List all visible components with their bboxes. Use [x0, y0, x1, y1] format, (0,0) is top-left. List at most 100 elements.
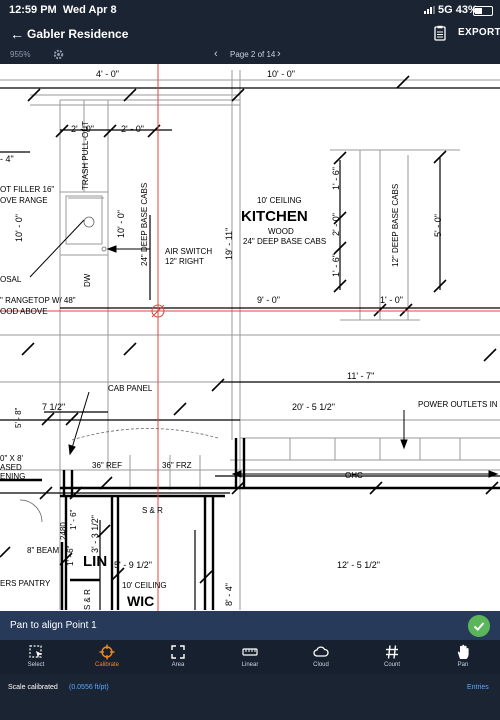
tool-label: Area [171, 662, 185, 668]
ruler-icon [242, 648, 258, 656]
status-bar: 12:59 PM Wed Apr 8 5G 43% [0, 0, 500, 20]
top-bar: ← Gabler Residence EXPORT [0, 20, 500, 46]
plan-note-filler-2: OVE RANGE [0, 196, 48, 205]
plan-wood-note: WOOD [268, 227, 294, 236]
plan-note-x8-3: ENING [0, 472, 25, 481]
plan-2480: 2480 [59, 522, 68, 540]
plan-ohc: OHC [345, 471, 363, 480]
page-indicator: Page 2 of 14 [230, 50, 276, 59]
plan-dim-9-0: 9' - 0" [257, 295, 280, 305]
scale-value: (0.0556 ft/pt) [69, 684, 109, 691]
chevron-left-icon[interactable]: ‹ [214, 48, 218, 60]
tool-count[interactable]: Count [362, 640, 422, 674]
tool-label: Select [27, 662, 45, 668]
plan-dim-8-4: 8' - 4" [224, 583, 234, 606]
export-button[interactable]: EXPORT [458, 27, 500, 38]
plan-pantry: ERS PANTRY [0, 579, 51, 588]
hand-icon [457, 644, 469, 659]
plan-air-switch-1: AIR SWITCH [165, 247, 212, 256]
scale-status-label: Scale calibrated [8, 684, 58, 691]
plan-ceiling-note: 10' CEILING [257, 196, 302, 205]
plan-air-switch-2: 12" RIGHT [165, 257, 204, 266]
plan-note-osal: OSAL [0, 275, 22, 284]
plan-dim-10-0-left: 10' - 0" [14, 214, 24, 242]
plan-dim-4-left: - 4" [0, 154, 14, 164]
plan-room-wic: WIC [127, 593, 154, 609]
zoom-level: 955% [10, 50, 31, 59]
footer-bar: Scale calibrated (0.0556 ft/pt) Entries [0, 674, 500, 720]
cloud-icon [313, 646, 329, 657]
plan-dim-7-half: 7 1/2" [42, 402, 65, 412]
instruction-banner: Pan to align Point 1 [0, 611, 500, 640]
area-icon [171, 645, 185, 659]
tool-calibrate[interactable]: Calibrate [77, 640, 137, 674]
plan-dim-1-6-c: 1' - 6" [69, 509, 78, 530]
plan-dim-11-7: 11' - 7" [347, 371, 374, 381]
chevron-right-icon[interactable]: › [277, 48, 281, 60]
status-time: 12:59 PM Wed Apr 8 [9, 4, 117, 16]
plan-deep-base-right: 12" DEEP BASE CABS [391, 184, 400, 267]
plan-dim-1-6-b: 1' - 6" [331, 254, 341, 277]
page-bar: 955% ‹ Page 2 of 14 › [0, 46, 500, 64]
plan-dim-10-0-top: 10' - 0" [267, 69, 295, 79]
plan-dim-5-8: 5' - 8" [14, 407, 23, 428]
plan-dim-3-half: 3' - 3 1/2" [90, 515, 100, 553]
plan-dim-2-0-v: 2' - 0" [331, 213, 341, 236]
tool-label: Pan [457, 662, 469, 668]
plan-note-rangetop-2: OOD ABOVE [0, 307, 48, 316]
signal-icon [424, 6, 435, 14]
plan-ref: 36" REF [92, 461, 122, 470]
tool-label: Count [383, 662, 400, 668]
tool-cloud[interactable]: Cloud [291, 640, 351, 674]
floor-plan-drawing[interactable]: 4' - 0" 10' - 0" 2' - 0" 2' - 0" - 4" OT… [0, 64, 500, 611]
plan-dw: DW [83, 273, 92, 287]
tool-bar: Select Calibrate Area Linear Cloud Count… [0, 640, 500, 674]
plan-dim-5-9: 5' - 9 1/2" [114, 560, 152, 570]
entries-button[interactable]: Entries [467, 684, 489, 691]
plan-dim-4-0: 4' - 0" [96, 69, 119, 79]
plan-dim-20-5: 20' - 5 1/2" [292, 402, 335, 412]
clipboard-icon[interactable] [432, 25, 448, 41]
plan-frz: 36" FRZ [162, 461, 192, 470]
plan-dim-1-6-a: 1' - 6" [331, 167, 341, 190]
tool-select[interactable]: Select [6, 640, 66, 674]
plan-deep-base-left: 24" DEEP BASE CABS [140, 183, 149, 266]
instruction-text: Pan to align Point 1 [10, 620, 97, 631]
network-status: 5G 43% [438, 4, 478, 16]
tool-label: Linear [241, 662, 259, 668]
floor-plan-canvas[interactable]: 4' - 0" 10' - 0" 2' - 0" 2' - 0" - 4" OT… [0, 64, 500, 611]
plan-ceiling-wic: 10' CEILING [122, 581, 167, 590]
gear-icon[interactable] [52, 48, 65, 61]
tool-label: Calibrate [94, 662, 119, 668]
plan-trash: TRASH PULL-OUT [81, 121, 90, 190]
plan-sr2: S & R [83, 589, 92, 610]
plan-dim-5-0: 5' - 0" [433, 214, 443, 237]
tool-area[interactable]: Area [148, 640, 208, 674]
arrow-left-icon[interactable]: ← [10, 26, 24, 42]
tool-linear[interactable]: Linear [220, 640, 280, 674]
plan-dim-1-6-d: 1' - 6" [66, 545, 75, 566]
plan-deep-base-main: 24" DEEP BASE CABS [243, 237, 326, 246]
tool-pan[interactable]: Pan [433, 640, 493, 674]
document-title: Gabler Residence [27, 27, 129, 41]
select-icon [29, 645, 42, 658]
battery-icon [473, 6, 493, 16]
plan-dim-12-5: 12' - 5 1/2" [337, 560, 380, 570]
plan-note-rangetop-1: " RANGETOP W/ 48" [0, 296, 76, 305]
plan-dim-1-0: 1' - 0" [380, 295, 403, 305]
plan-dim-19-11: 19' - 11" [224, 228, 234, 260]
plan-power-outlets: POWER OUTLETS IN [418, 400, 498, 409]
plan-sr: S & R [142, 506, 163, 515]
check-icon[interactable] [468, 615, 490, 637]
plan-note-filler-1: OT FILLER 16" [0, 185, 54, 194]
plan-note-x8-2: ASED [0, 463, 22, 472]
hash-icon [386, 645, 398, 659]
plan-dim-2-0-b: 2' - 0" [121, 124, 144, 134]
plan-room-lin: LIN [83, 553, 107, 570]
tool-label: Cloud [313, 662, 329, 668]
plan-beam: 8" BEAM [27, 546, 60, 555]
crosshair-icon [99, 644, 115, 660]
plan-room-kitchen: KITCHEN [241, 208, 308, 225]
plan-note-x8-1: 0" X 8' [0, 454, 24, 463]
plan-dim-10-0-mid: 10' - 0" [116, 210, 126, 238]
